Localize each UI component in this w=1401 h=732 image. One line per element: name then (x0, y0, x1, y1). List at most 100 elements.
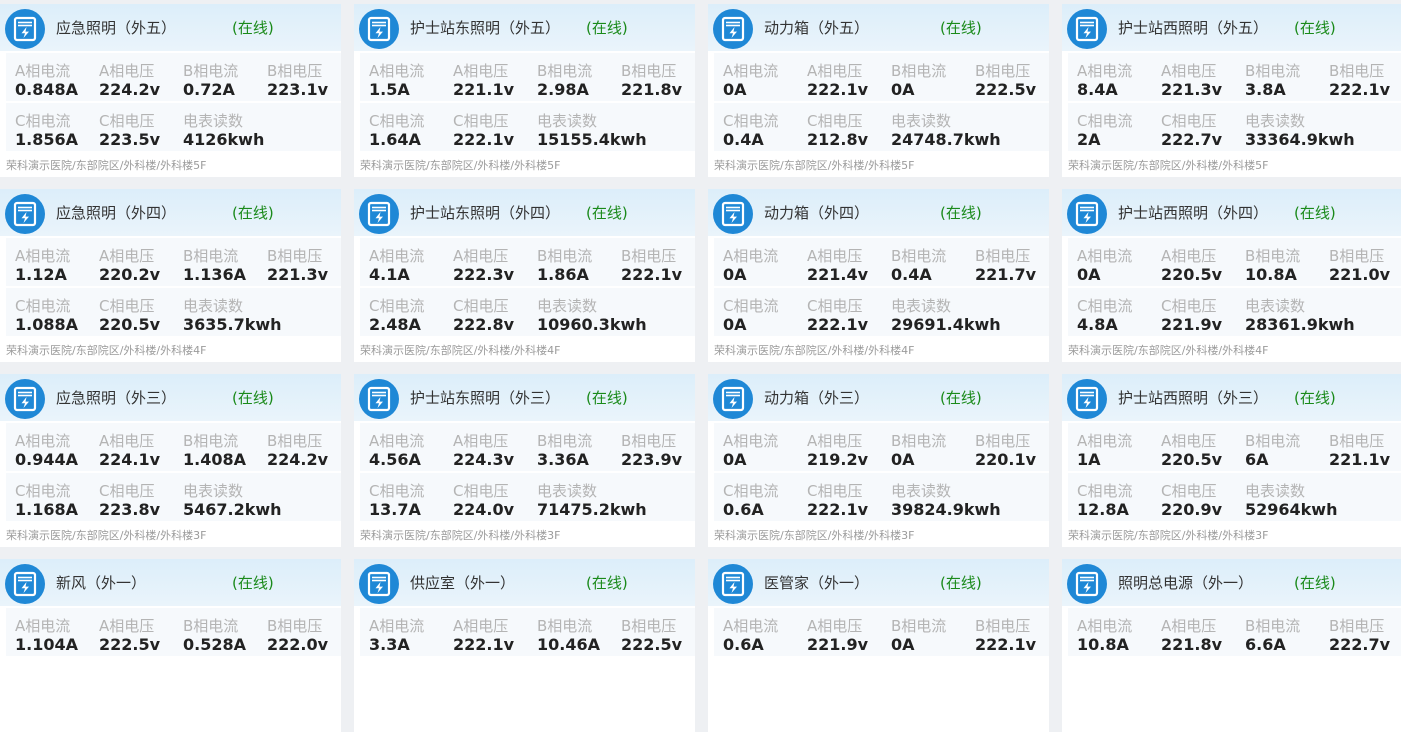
device-name: 护士站西照明（外五） (1118, 19, 1269, 37)
reading-label: A相电流 (15, 617, 71, 635)
reading-c-voltage: C相电压 223.5v (90, 103, 174, 151)
location-path: 荣科演示医院/东部院区/外科楼/外科楼4F (6, 344, 207, 357)
reading-value: 221.3v (267, 265, 329, 284)
reading-label: C相电压 (807, 112, 863, 130)
reading-label: A相电压 (807, 617, 863, 635)
reading-a-voltage: A相电压 224.3v (444, 423, 528, 471)
electric-meter-icon (5, 564, 45, 604)
reading-value: 1.168A (15, 500, 78, 519)
device-card[interactable]: 动力箱（外三） (在线) A相电流 0A A相电压 219.2v B相电流 0A B相电压 220… (708, 374, 1049, 547)
reading-b-voltage: B相电压 222.7v (1320, 608, 1401, 656)
device-card[interactable]: 应急照明（外四） (在线) A相电流 1.12A A相电压 220.2v B相电流 1.136… (0, 189, 341, 362)
device-card[interactable]: 应急照明（外三） (在线) A相电流 0.944A A相电压 224.1v B相电流 1.40… (0, 374, 341, 547)
online-status: (在线) (940, 574, 982, 592)
reading-label: A相电流 (15, 247, 71, 265)
electric-meter-icon (713, 9, 753, 49)
reading-b-current: B相电流 3.36A (528, 423, 612, 471)
reading-value: 1A (1077, 450, 1101, 469)
reading-value: 0A (891, 635, 915, 654)
reading-label: 电表读数 (537, 112, 598, 130)
reading-meter: 电表读数 15155.4kwh (528, 103, 695, 151)
device-card[interactable]: 护士站东照明（外三） (在线) A相电流 4.56A A相电压 224.3v B相电流 3.3… (354, 374, 695, 547)
reading-value: 10960.3kwh (537, 315, 647, 334)
reading-b-voltage: B相电压 222.1v (612, 238, 695, 286)
device-name: 应急照明（外三） (56, 389, 177, 407)
reading-a-voltage: A相电压 221.4v (798, 238, 882, 286)
reading-label: C相电压 (99, 297, 155, 315)
reading-c-voltage: C相电压 223.8v (90, 473, 174, 521)
device-card[interactable]: 应急照明（外五） (在线) A相电流 0.848A A相电压 224.2v B相电流 0.72… (0, 4, 341, 177)
reading-b-current: B相电流 1.86A (528, 238, 612, 286)
reading-b-current: B相电流 1.408A (174, 423, 258, 471)
reading-a-current: A相电流 1.5A (360, 53, 444, 101)
reading-a-current: A相电流 0.848A (6, 53, 90, 101)
reading-value: 29691.4kwh (891, 315, 1001, 334)
reading-value: 0.4A (723, 130, 764, 149)
reading-value: 28361.9kwh (1245, 315, 1355, 334)
electric-meter-icon (713, 564, 753, 604)
reading-a-voltage: A相电压 221.3v (1152, 53, 1236, 101)
reading-c-current: C相电流 1.856A (6, 103, 90, 151)
device-card[interactable]: 护士站东照明（外五） (在线) A相电流 1.5A A相电压 221.1v B相电流 2.98… (354, 4, 695, 177)
reading-b-voltage: B相电压 223.1v (258, 53, 341, 101)
device-card[interactable]: 护士站西照明（外五） (在线) A相电流 8.4A A相电压 221.3v B相电流 3.8A… (1062, 4, 1401, 177)
card-header: 应急照明（外四） (在线) (0, 189, 341, 236)
device-card[interactable]: 动力箱（外四） (在线) A相电流 0A A相电压 221.4v B相电流 0.4A B相电压 2… (708, 189, 1049, 362)
reading-value: 0A (723, 315, 747, 334)
device-card[interactable]: 护士站西照明（外四） (在线) A相电流 0A A相电压 220.5v B相电流 10.8A B… (1062, 189, 1401, 362)
device-card[interactable]: 供应室（外一） (在线) A相电流 3.3A A相电压 222.1v B相电流 10.46A B… (354, 559, 695, 732)
reading-b-voltage: B相电压 222.1v (1320, 53, 1401, 101)
reading-label: B相电流 (891, 432, 947, 450)
reading-b-voltage: B相电压 222.5v (966, 53, 1049, 101)
reading-label: B相电流 (891, 62, 947, 80)
device-card[interactable]: 医管家（外一） (在线) A相电流 0.6A A相电压 221.9v B相电流 0A B相电压 2… (708, 559, 1049, 732)
reading-a-voltage: A相电压 220.5v (1152, 423, 1236, 471)
reading-value: 1.136A (183, 265, 246, 284)
reading-label: C相电压 (99, 112, 155, 130)
electric-meter-icon (713, 194, 753, 234)
reading-value: 222.1v (807, 315, 869, 334)
reading-value: 222.5v (99, 635, 161, 654)
reading-label: 电表读数 (1245, 112, 1306, 130)
reading-label: A相电压 (99, 432, 155, 450)
reading-value: 24748.7kwh (891, 130, 1001, 149)
device-card[interactable]: 护士站西照明（外三） (在线) A相电流 1A A相电压 220.5v B相电流 6A B相电压… (1062, 374, 1401, 547)
reading-label: 电表读数 (891, 297, 952, 315)
reading-label: B相电流 (183, 247, 239, 265)
reading-label: C相电流 (1077, 112, 1133, 130)
reading-value: 1.856A (15, 130, 78, 149)
location-path: 荣科演示医院/东部院区/外科楼/外科楼4F (1068, 344, 1269, 357)
reading-label: B相电流 (183, 62, 239, 80)
reading-b-current: B相电流 0A (882, 608, 966, 656)
device-card[interactable]: 新风（外一） (在线) A相电流 1.104A A相电压 222.5v B相电流 0.528A… (0, 559, 341, 732)
reading-b-current: B相电流 0.4A (882, 238, 966, 286)
reading-label: B相电压 (621, 617, 677, 635)
reading-value: 222.1v (453, 130, 515, 149)
card-header: 护士站西照明（外三） (在线) (1062, 374, 1401, 421)
online-status: (在线) (1294, 204, 1336, 222)
online-status: (在线) (1294, 574, 1336, 592)
device-name: 动力箱（外三） (764, 389, 870, 407)
reading-c-current: C相电流 4.8A (1068, 288, 1152, 336)
reading-label: A相电流 (723, 617, 779, 635)
reading-b-current: B相电流 2.98A (528, 53, 612, 101)
location-path: 荣科演示医院/东部院区/外科楼/外科楼5F (714, 159, 915, 172)
reading-c-voltage: C相电压 224.0v (444, 473, 528, 521)
reading-value: 223.5v (99, 130, 161, 149)
device-card[interactable]: 护士站东照明（外四） (在线) A相电流 4.1A A相电压 222.3v B相电流 1.86… (354, 189, 695, 362)
device-card[interactable]: 动力箱（外五） (在线) A相电流 0A A相电压 222.1v B相电流 0A B相电压 222… (708, 4, 1049, 177)
reading-label: 电表读数 (1245, 297, 1306, 315)
reading-value: 212.8v (807, 130, 869, 149)
reading-a-current: A相电流 0.6A (714, 608, 798, 656)
reading-value: 0A (723, 450, 747, 469)
device-card[interactable]: 照明总电源（外一） (在线) A相电流 10.8A A相电压 221.8v B相电流 6.6A… (1062, 559, 1401, 732)
reading-value: 10.46A (537, 635, 600, 654)
card-header: 护士站西照明（外五） (在线) (1062, 4, 1401, 51)
electric-meter-icon (359, 379, 399, 419)
reading-label: C相电流 (1077, 482, 1133, 500)
reading-label: B相电压 (1329, 247, 1385, 265)
reading-value: 3635.7kwh (183, 315, 282, 334)
reading-value: 220.5v (1161, 265, 1223, 284)
reading-label: 电表读数 (891, 482, 952, 500)
reading-b-voltage: B相电压 221.0v (1320, 238, 1401, 286)
